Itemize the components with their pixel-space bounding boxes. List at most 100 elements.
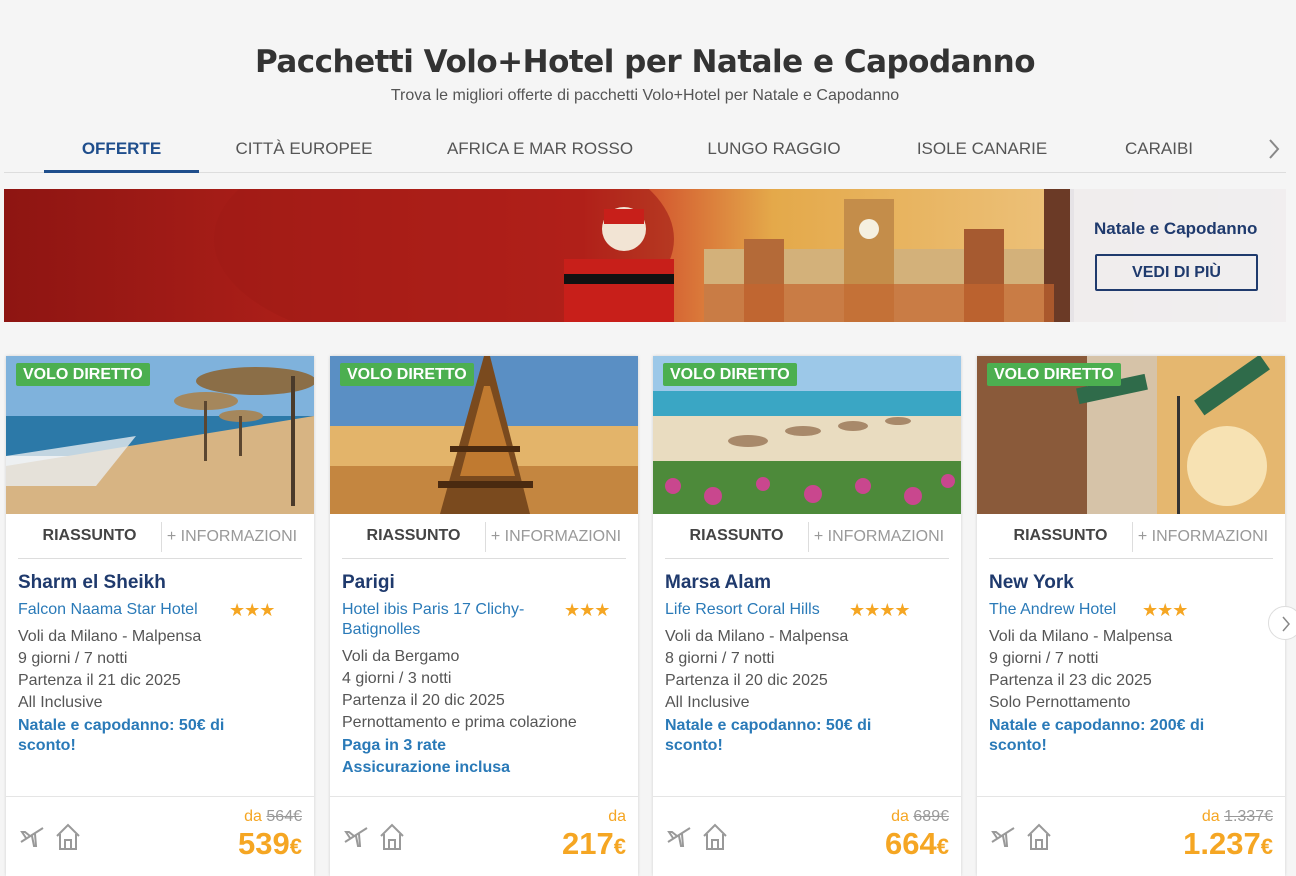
old-price: 1.337€ — [1224, 808, 1273, 825]
promo-text: Natale e capodanno: 50€ di sconto! — [665, 717, 872, 754]
tab-informazioni[interactable]: + INFORMAZIONI — [808, 522, 949, 552]
divider — [6, 796, 314, 797]
trip-details: Voli da Milano - Malpensa 9 giorni / 7 n… — [989, 626, 1279, 714]
duration: 8 giorni / 7 notti — [665, 650, 775, 667]
duration: 4 giorni / 3 notti — [342, 670, 452, 687]
duration: 9 giorni / 7 notti — [18, 650, 128, 667]
price-value: 217 — [562, 826, 614, 861]
card-image-beach[interactable]: VOLO DIRETTO — [6, 356, 314, 514]
offer-card-parigi[interactable]: VOLO DIRETTO RIASSUNTO + INFORMAZIONI Pa… — [330, 356, 638, 876]
hotel-icon — [1027, 823, 1051, 850]
tabs-next-arrow-icon[interactable] — [1262, 134, 1286, 164]
currency: € — [936, 834, 949, 859]
hotel-icon — [703, 823, 727, 850]
tab-citta-europee[interactable]: CITTÀ EUROPEE — [219, 126, 389, 172]
card-tabs: RIASSUNTO + INFORMAZIONI — [665, 514, 949, 559]
departure-date: Partenza il 21 dic 2025 — [18, 672, 181, 689]
departure-date: Partenza il 20 dic 2025 — [665, 672, 828, 689]
card-image-resort[interactable]: VOLO DIRETTO — [653, 356, 961, 514]
tab-riassunto[interactable]: RIASSUNTO — [989, 514, 1132, 558]
duration: 9 giorni / 7 notti — [989, 650, 1099, 667]
offer-card-marsa-alam[interactable]: VOLO DIRETTO RIASSUNTO + INFORMAZIONI Ma… — [653, 356, 961, 876]
departure-airport: Voli da Milano - Malpensa — [18, 628, 202, 645]
tab-riassunto[interactable]: RIASSUNTO — [342, 514, 485, 558]
hotel-icon — [380, 823, 404, 850]
departure-airport: Voli da Milano - Malpensa — [989, 628, 1173, 645]
departure-airport: Voli da Bergamo — [342, 648, 460, 665]
hotel-icon — [56, 823, 80, 850]
page-title: Pacchetti Volo+Hotel per Natale e Capoda… — [254, 44, 1036, 80]
card-image-eiffel[interactable]: VOLO DIRETTO — [330, 356, 638, 514]
card-tabs: RIASSUNTO + INFORMAZIONI — [18, 514, 302, 559]
price[interactable]: 664€ — [885, 826, 949, 862]
plane-icon — [667, 827, 691, 847]
category-tabs: OFFERTE CITTÀ EUROPEE AFRICA E MAR ROSSO… — [4, 126, 1286, 173]
trip-details: Voli da Milano - Malpensa 9 giorni / 7 n… — [18, 626, 308, 714]
tab-caraibi[interactable]: CARAIBI — [1104, 126, 1214, 172]
plane-icon — [991, 827, 1015, 847]
departure-date: Partenza il 20 dic 2025 — [342, 692, 505, 709]
departure-airport: Voli da Milano - Malpensa — [665, 628, 849, 645]
banner-title: Natale e Capodanno — [1094, 219, 1258, 238]
tab-informazioni[interactable]: + INFORMAZIONI — [161, 522, 302, 552]
offer-card-new-york[interactable]: VOLO DIRETTO RIASSUNTO + INFORMAZIONI Ne… — [977, 356, 1285, 876]
promo-banner[interactable]: Natale e Capodanno VEDI DI PIÙ — [4, 189, 1286, 322]
destination-title[interactable]: Marsa Alam — [665, 572, 771, 594]
price[interactable]: 539€ — [238, 826, 302, 862]
price-value: 539 — [238, 826, 290, 861]
rating-stars-icon: ★★★ — [1142, 600, 1188, 620]
destination-title[interactable]: Sharm el Sheikh — [18, 572, 166, 594]
page-subtitle: Trova le migliori offerte di pacchetti V… — [390, 87, 900, 104]
tab-lungo-raggio[interactable]: LUNGO RAGGIO — [694, 126, 854, 172]
divider — [330, 796, 638, 797]
tab-riassunto[interactable]: RIASSUNTO — [18, 514, 161, 558]
currency: € — [613, 834, 626, 859]
price-value: 1.237 — [1183, 826, 1261, 861]
volo-diretto-badge: VOLO DIRETTO — [987, 363, 1121, 386]
promo-text-assicurazione: Assicurazione inclusa — [342, 759, 511, 776]
card-tabs: RIASSUNTO + INFORMAZIONI — [989, 514, 1273, 559]
price[interactable]: 1.237€ — [1183, 826, 1273, 862]
promo-text-rate: Paga in 3 rate — [342, 737, 447, 754]
price[interactable]: 217€ — [562, 826, 626, 862]
plane-icon — [344, 827, 368, 847]
trip-details: Voli da Milano - Malpensa 8 giorni / 7 n… — [665, 626, 955, 714]
from-label: da — [244, 808, 262, 825]
hotel-name[interactable]: Life Resort Coral Hills — [665, 600, 880, 620]
tab-offerte[interactable]: OFFERTE — [44, 126, 199, 173]
price-from: da 689€ — [891, 808, 949, 826]
board-type: All Inclusive — [665, 694, 750, 711]
promo-text: Natale e capodanno: 200€ di sconto! — [989, 717, 1205, 754]
currency: € — [289, 834, 302, 859]
destination-title[interactable]: New York — [989, 572, 1074, 594]
board-type: Solo Pernottamento — [989, 694, 1131, 711]
plane-icon — [20, 827, 44, 847]
chevron-right-icon — [1282, 616, 1290, 632]
hotel-name[interactable]: Falcon Naama Star Hotel — [18, 600, 233, 620]
destination-title[interactable]: Parigi — [342, 572, 395, 594]
trip-details: Voli da Bergamo 4 giorni / 3 notti Parte… — [342, 646, 632, 734]
price-from: da 1.337€ — [1202, 808, 1273, 826]
card-tabs: RIASSUNTO + INFORMAZIONI — [342, 514, 626, 559]
tab-riassunto[interactable]: RIASSUNTO — [665, 514, 808, 558]
offer-card-sharm[interactable]: VOLO DIRETTO RIASSUNTO + INFORMAZIONI Sh… — [6, 356, 314, 876]
tab-informazioni[interactable]: + INFORMAZIONI — [1132, 522, 1273, 552]
departure-date: Partenza il 23 dic 2025 — [989, 672, 1152, 689]
card-image-city[interactable]: VOLO DIRETTO — [977, 356, 1285, 514]
price-from: da 564€ — [244, 808, 302, 826]
rating-stars-icon: ★★★★ — [849, 600, 911, 620]
price-value: 664 — [885, 826, 937, 861]
tab-isole-canarie[interactable]: ISOLE CANARIE — [902, 126, 1062, 172]
tab-africa-mar-rosso[interactable]: AFRICA E MAR ROSSO — [434, 126, 646, 172]
promo-text: Natale e capodanno: 50€ di sconto! — [18, 717, 225, 754]
volo-diretto-badge: VOLO DIRETTO — [340, 363, 474, 386]
board-type: Pernottamento e prima colazione — [342, 714, 577, 731]
carousel-next-button[interactable] — [1268, 606, 1296, 640]
hotel-name[interactable]: Hotel ibis Paris 17 Clichy-Batignolles — [342, 600, 557, 640]
vedi-di-piu-button[interactable]: VEDI DI PIÙ — [1095, 254, 1258, 291]
tab-informazioni[interactable]: + INFORMAZIONI — [485, 522, 626, 552]
board-type: All Inclusive — [18, 694, 103, 711]
old-price: 689€ — [913, 808, 949, 825]
rating-stars-icon: ★★★ — [229, 600, 275, 620]
volo-diretto-badge: VOLO DIRETTO — [663, 363, 797, 386]
